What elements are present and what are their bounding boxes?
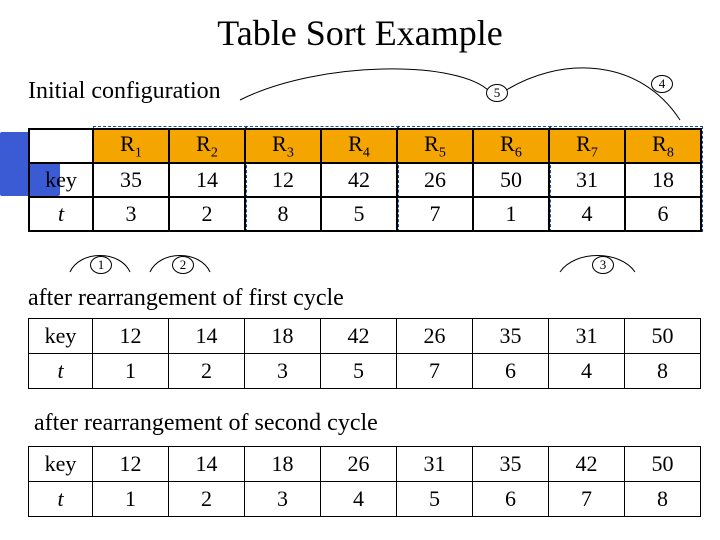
cell: 6 bbox=[473, 354, 549, 389]
row-label-key: key bbox=[29, 163, 93, 197]
cell: 14 bbox=[169, 319, 245, 354]
cell: 5 bbox=[321, 354, 397, 389]
col-header: R1 bbox=[93, 129, 169, 163]
cell: 12 bbox=[93, 447, 169, 482]
table-after-second-cycle: key 12 14 18 26 31 35 42 50 t 1 2 3 4 5 … bbox=[28, 446, 701, 517]
table-initial: R1 R2 R3 R4 R5 R6 R7 R8 key 35 14 12 42 … bbox=[28, 128, 702, 232]
col-header: R2 bbox=[169, 129, 245, 163]
cell: 8 bbox=[245, 197, 321, 231]
cell: 50 bbox=[625, 447, 701, 482]
table-row: t 1 2 3 5 7 6 4 8 bbox=[29, 354, 701, 389]
cell: 14 bbox=[169, 163, 245, 197]
cell: 35 bbox=[473, 447, 549, 482]
cell: 1 bbox=[93, 482, 169, 517]
col-header: R4 bbox=[321, 129, 397, 163]
cell: 2 bbox=[169, 197, 245, 231]
cell: 18 bbox=[625, 163, 701, 197]
cell: 8 bbox=[625, 354, 701, 389]
table-row: key 12 14 18 42 26 35 31 50 bbox=[29, 319, 701, 354]
label-after-second-cycle: after rearrangement of second cycle bbox=[34, 410, 378, 437]
row-label-t: t bbox=[29, 482, 93, 517]
cell: 5 bbox=[397, 482, 473, 517]
cell: 26 bbox=[321, 447, 397, 482]
cell: 50 bbox=[473, 163, 549, 197]
cell: 3 bbox=[93, 197, 169, 231]
cell: 6 bbox=[473, 482, 549, 517]
table-row: key 35 14 12 42 26 50 31 18 bbox=[29, 163, 701, 197]
col-header: R5 bbox=[397, 129, 473, 163]
cycle-callout-1: 1 bbox=[90, 256, 112, 274]
cell: 8 bbox=[625, 482, 701, 517]
cell: 4 bbox=[549, 197, 625, 231]
cell: 42 bbox=[321, 319, 397, 354]
cell: 26 bbox=[397, 319, 473, 354]
cell: 42 bbox=[321, 163, 397, 197]
cell: 14 bbox=[169, 447, 245, 482]
col-header: R8 bbox=[625, 129, 701, 163]
table-row: t 1 2 3 4 5 6 7 8 bbox=[29, 482, 701, 517]
cell: 35 bbox=[473, 319, 549, 354]
label-initial-configuration: Initial configuration bbox=[28, 78, 221, 105]
cell: 42 bbox=[549, 447, 625, 482]
cell: 1 bbox=[473, 197, 549, 231]
cell: 4 bbox=[549, 354, 625, 389]
table-row: R1 R2 R3 R4 R5 R6 R7 R8 bbox=[29, 129, 701, 163]
table-after-first-cycle: key 12 14 18 42 26 35 31 50 t 1 2 3 5 7 … bbox=[28, 318, 701, 389]
row-label-key: key bbox=[29, 319, 93, 354]
table-row: t 3 2 8 5 7 1 4 6 bbox=[29, 197, 701, 231]
cell: 7 bbox=[397, 354, 473, 389]
page-title: Table Sort Example bbox=[0, 12, 720, 54]
col-header: R7 bbox=[549, 129, 625, 163]
cell: 26 bbox=[397, 163, 473, 197]
header-blank bbox=[29, 129, 93, 163]
row-label-t: t bbox=[29, 354, 93, 389]
cell: 31 bbox=[397, 447, 473, 482]
cell: 35 bbox=[93, 163, 169, 197]
cell: 5 bbox=[321, 197, 397, 231]
cell: 31 bbox=[549, 319, 625, 354]
cell: 12 bbox=[93, 319, 169, 354]
cell: 2 bbox=[169, 482, 245, 517]
cycle-callout-5: 5 bbox=[486, 84, 508, 102]
col-header: R6 bbox=[473, 129, 549, 163]
cell: 1 bbox=[93, 354, 169, 389]
table-row: key 12 14 18 26 31 35 42 50 bbox=[29, 447, 701, 482]
cell: 7 bbox=[397, 197, 473, 231]
row-label-key: key bbox=[29, 447, 93, 482]
cell: 31 bbox=[549, 163, 625, 197]
label-after-first-cycle: after rearrangement of first cycle bbox=[28, 285, 344, 312]
cell: 3 bbox=[245, 482, 321, 517]
cell: 50 bbox=[625, 319, 701, 354]
cell: 18 bbox=[245, 447, 321, 482]
cycle-callout-4: 4 bbox=[651, 75, 673, 93]
col-header: R3 bbox=[245, 129, 321, 163]
cell: 3 bbox=[245, 354, 321, 389]
cycle-callout-2: 2 bbox=[172, 256, 194, 274]
cell: 4 bbox=[321, 482, 397, 517]
cell: 6 bbox=[625, 197, 701, 231]
cycle-callout-3: 3 bbox=[592, 256, 614, 274]
cell: 7 bbox=[549, 482, 625, 517]
cell: 12 bbox=[245, 163, 321, 197]
slide: Table Sort Example Initial configuration… bbox=[0, 0, 720, 540]
row-label-t: t bbox=[29, 197, 93, 231]
cell: 2 bbox=[169, 354, 245, 389]
cell: 18 bbox=[245, 319, 321, 354]
